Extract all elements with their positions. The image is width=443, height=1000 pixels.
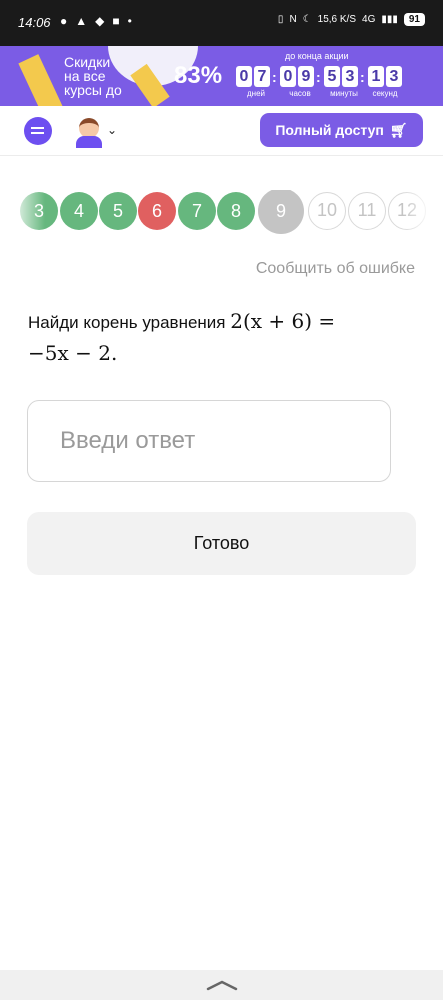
answer-input[interactable] xyxy=(27,400,391,482)
task-circle-5[interactable]: 5 xyxy=(99,192,137,230)
report-error-link[interactable]: Сообщить об ошибке xyxy=(256,260,415,278)
equation-part-2: −5x − 2. xyxy=(28,341,118,365)
fade-right xyxy=(403,190,443,234)
full-access-button[interactable]: Полный доступ 🛒︎ xyxy=(260,113,423,147)
signal-icon: ▮▮▮ xyxy=(381,14,398,25)
promo-banner[interactable]: Скидки на все курсы до 83% до конца акци… xyxy=(0,46,443,106)
battery-icon: 91 xyxy=(403,13,425,26)
status-bar: 14:06 ● ▲ ◆ ■ • ▯ N ☾ 15,6 K/S 4G ▮▮▮ 91 xyxy=(0,0,443,46)
app-icon: ■ xyxy=(112,14,120,28)
promo-text: Скидки на все курсы до xyxy=(64,54,122,98)
task-circle-4[interactable]: 4 xyxy=(60,192,98,230)
nfc-icon: N xyxy=(289,14,297,25)
timer-hours: 09: часов xyxy=(280,66,321,98)
dot-icon: • xyxy=(127,14,132,28)
system-nav-bar xyxy=(0,970,443,1000)
task-circle-11[interactable]: 11 xyxy=(348,192,386,230)
promo-percent: 83% xyxy=(174,62,223,89)
task-progress: 3 4 5 6 7 8 9 10 11 12 xyxy=(0,190,443,234)
full-access-label: Полный доступ xyxy=(275,122,384,138)
task-circle-6[interactable]: 6 xyxy=(138,192,176,230)
countdown-timer: 07: дней 09: часов 53: минуты 13 секунд xyxy=(236,66,406,98)
moon-icon: ☾ xyxy=(302,14,312,25)
chat-notification-icon: ● xyxy=(60,14,68,28)
notification-icons: ● ▲ ◆ ■ • xyxy=(60,14,132,28)
done-button[interactable]: Готово xyxy=(27,512,416,575)
task-circle-7[interactable]: 7 xyxy=(178,192,216,230)
app-header: ⌄ Полный доступ 🛒︎ xyxy=(0,106,443,156)
cart-icon: 🛒︎ xyxy=(389,121,408,138)
fade-left xyxy=(0,190,45,234)
chat-icon[interactable] xyxy=(24,117,52,145)
task-circle-9-current[interactable]: 9 xyxy=(258,190,304,234)
avatar[interactable] xyxy=(76,116,102,148)
warning-icon: ▲ xyxy=(75,14,88,28)
timer-seconds: 13 секунд xyxy=(368,66,402,98)
status-time: 14:06 xyxy=(18,15,51,30)
vibrate-icon: ▯ xyxy=(277,14,284,25)
network-label: 4G xyxy=(362,14,376,25)
nav-handle-icon[interactable] xyxy=(205,978,239,992)
ribbon-decoration xyxy=(18,54,64,106)
task-circle-8[interactable]: 8 xyxy=(217,192,255,230)
question-text: Найди корень уравнения 2(x + 6) = −5x − … xyxy=(28,306,418,370)
speed-value: 15,6 K/S xyxy=(317,14,357,25)
task-circle-10[interactable]: 10 xyxy=(308,192,346,230)
status-right: ▯ N ☾ 15,6 K/S 4G ▮▮▮ 91 xyxy=(278,13,425,26)
timer-days: 07: дней xyxy=(236,66,277,98)
equation-part-1: 2(x + 6) = xyxy=(230,309,336,333)
promo-until-label: до конца акции xyxy=(285,51,349,61)
question-prompt: Найди корень уравнения xyxy=(28,313,226,332)
timer-minutes: 53: минуты xyxy=(324,66,365,98)
chevron-down-icon[interactable]: ⌄ xyxy=(107,123,117,137)
diamond-icon: ◆ xyxy=(95,14,105,28)
